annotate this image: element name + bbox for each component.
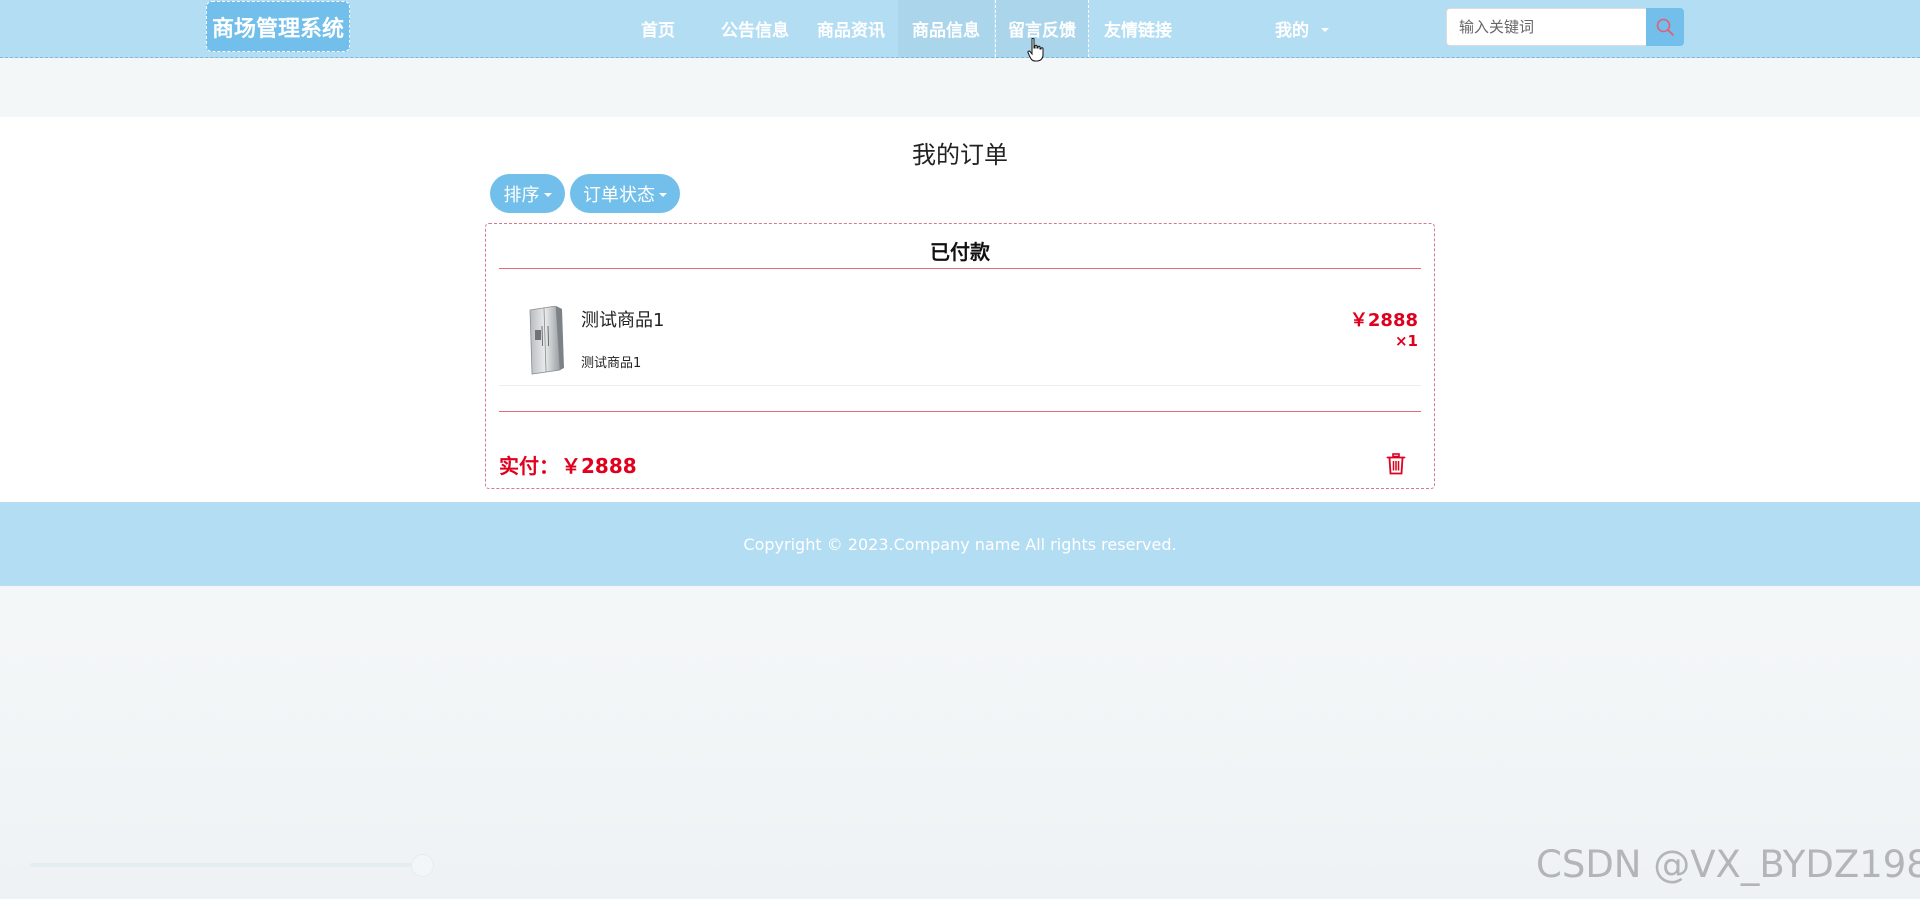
order-status-label: 订单状态	[583, 184, 655, 206]
search-input[interactable]	[1446, 8, 1646, 46]
nav-item-product-news[interactable]: 商品资讯	[806, 0, 896, 57]
mouse-pointer-icon	[1027, 38, 1044, 62]
trash-icon[interactable]	[1386, 453, 1406, 475]
search-icon	[1656, 18, 1674, 36]
product-name[interactable]: 测试商品1	[581, 306, 664, 332]
product-thumbnail[interactable]	[516, 306, 568, 376]
divider	[499, 385, 1421, 386]
user-menu-label: 我的	[1275, 21, 1309, 41]
site-logo[interactable]: 商场管理系统	[206, 1, 350, 52]
top-navbar: 商场管理系统 首页 公告信息 商品资讯 商品信息 留言反馈 友情链接 我的	[0, 0, 1920, 58]
product-price: ￥2888	[1349, 310, 1418, 331]
nav-item-product-info[interactable]: 商品信息	[898, 0, 994, 57]
product-subtitle: 测试商品1	[581, 356, 642, 371]
paid-label: 实付：	[499, 454, 559, 478]
search-button[interactable]	[1646, 8, 1684, 46]
slider-track[interactable]	[30, 863, 425, 867]
chevron-down-icon	[543, 192, 552, 197]
order-card: 已付款 测试商品1 测试商品1 ￥2888 ×1 实付： ￥2888	[485, 223, 1435, 489]
order-status: 已付款	[930, 240, 990, 264]
user-menu[interactable]: 我的	[1262, 0, 1342, 57]
nav-item-friend-links[interactable]: 友情链接	[1093, 0, 1183, 57]
slider-handle[interactable]	[411, 854, 434, 877]
chevron-down-icon	[659, 192, 667, 197]
chevron-down-icon	[1321, 27, 1329, 32]
sort-label: 排序	[503, 184, 540, 206]
nav-item-home[interactable]: 首页	[628, 0, 688, 57]
watermark: CSDN @VX_BYDZ1988	[1536, 843, 1920, 886]
sort-dropdown[interactable]: 排序	[490, 174, 565, 213]
divider	[499, 411, 1421, 412]
order-status-dropdown[interactable]: 订单状态	[570, 174, 680, 213]
page-title: 我的订单	[912, 141, 1008, 169]
footer: Copyright © 2023.Company name All rights…	[0, 502, 1920, 586]
divider	[499, 268, 1421, 269]
product-quantity: ×1	[1394, 332, 1418, 350]
copyright-text: Copyright © 2023.Company name All rights…	[743, 534, 1177, 554]
nav-item-announcements[interactable]: 公告信息	[710, 0, 800, 57]
paid-amount: ￥2888	[561, 454, 637, 478]
